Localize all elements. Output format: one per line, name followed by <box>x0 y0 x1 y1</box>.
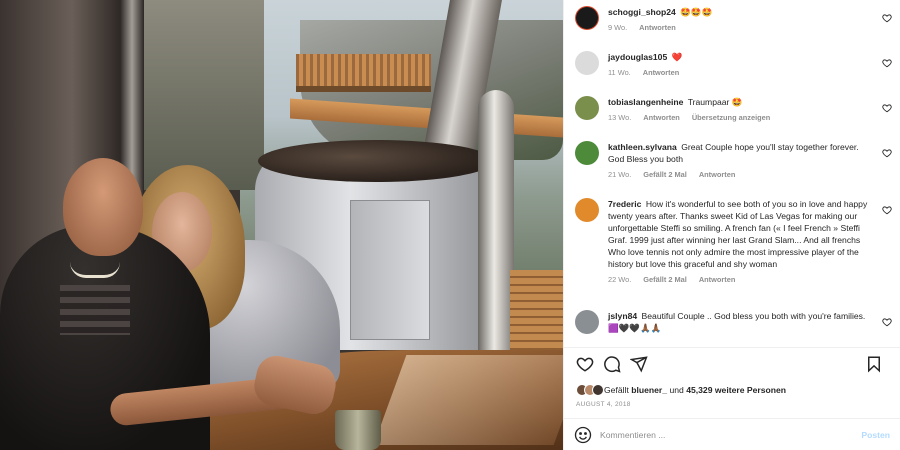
comment-like-heart-icon[interactable] <box>882 205 892 215</box>
comment-like-heart-icon[interactable] <box>882 148 892 158</box>
instagram-post: schoggi_shop24 🤩🤩🤩 9 Wo. Antworten jaydougl… <box>0 0 900 450</box>
comment-body: 🤩🤩🤩 <box>680 7 713 17</box>
comment-text: schoggi_shop24 🤩🤩🤩 <box>608 6 868 18</box>
avatar <box>592 383 604 396</box>
comment-like-heart-icon[interactable] <box>882 58 892 68</box>
comment-username[interactable]: tobiaslangenheine <box>608 97 683 107</box>
post-comment-button[interactable]: Posten <box>861 430 890 440</box>
comment-item: tobiaslangenheine Traumpaar 🤩 13 Wo. Antwo… <box>576 96 892 141</box>
comment-body: How it's wonderful to see both of you so… <box>608 199 868 269</box>
emoji-icon[interactable] <box>574 426 592 444</box>
post-photo[interactable] <box>0 0 563 450</box>
liker-avatars[interactable] <box>576 383 604 396</box>
avatar[interactable] <box>576 52 598 74</box>
comment-likes-link[interactable]: Gefällt 2 Mal <box>643 275 687 284</box>
liker-username-link[interactable]: bluener_ <box>631 385 667 395</box>
comment-input[interactable] <box>600 429 862 440</box>
comment-text: 7rederic How it's wonderful to see both … <box>608 198 868 270</box>
comment-item: schoggi_shop24 🤩🤩🤩 9 Wo. Antworten <box>576 6 892 51</box>
likes-connector: und <box>669 384 684 395</box>
comment-text: tobiaslangenheine Traumpaar 🤩 <box>608 96 868 108</box>
comment-list[interactable]: schoggi_shop24 🤩🤩🤩 9 Wo. Antworten jaydougl… <box>564 0 900 347</box>
likes-count-link[interactable]: 45,329 weitere Personen <box>686 385 786 395</box>
avatar[interactable] <box>576 199 598 221</box>
comment-meta: 22 Wo. Gefällt 2 Mal Antworten <box>608 275 868 284</box>
comment-body: Traumpaar 🤩 <box>687 97 743 107</box>
comment-body: ❤️ <box>671 52 683 62</box>
comment-item: kathleen.sylvana Great Couple hope you'l… <box>576 141 892 198</box>
translate-button[interactable]: Übersetzung anzeigen <box>692 113 770 122</box>
reply-button[interactable]: Antworten <box>643 68 680 77</box>
comment-button[interactable] <box>601 353 623 375</box>
avatar[interactable] <box>576 97 598 119</box>
comment-username[interactable]: kathleen.sylvana <box>608 142 677 152</box>
comment-meta: 21 Wo. Gefällt 2 Mal Antworten <box>608 170 868 179</box>
comment-item: jaydouglas105 ❤️ 11 Wo. Antworten <box>576 51 892 96</box>
reply-button[interactable]: Antworten <box>643 113 680 122</box>
comment-likes-link[interactable]: Gefällt 2 Mal <box>643 170 687 179</box>
avatar[interactable] <box>576 142 598 164</box>
save-button[interactable] <box>863 353 885 375</box>
comment-username[interactable]: jslyn84 <box>608 311 637 321</box>
avatar[interactable] <box>576 311 598 333</box>
bookmark-icon <box>868 356 880 373</box>
reply-button[interactable]: Antworten <box>699 170 736 179</box>
comment-username[interactable]: 7rederic <box>608 199 641 209</box>
action-bar <box>564 346 900 381</box>
reply-button[interactable]: Antworten <box>699 275 736 284</box>
avatar[interactable] <box>576 7 598 29</box>
comment-age[interactable]: 9 Wo. <box>608 23 627 32</box>
comment-body: Beautiful Couple .. God bless you both w… <box>608 311 866 333</box>
likes-summary: Gefällt bluener_ und 45,329 weitere Pers… <box>564 381 900 399</box>
comment-age[interactable]: 13 Wo. <box>608 113 631 122</box>
like-button[interactable] <box>574 353 596 375</box>
heart-icon <box>576 357 594 372</box>
post-date[interactable]: AUGUST 4, 2018 <box>564 398 900 418</box>
post-side-panel: schoggi_shop24 🤩🤩🤩 9 Wo. Antworten jaydougl… <box>563 0 900 450</box>
add-comment-bar: Posten <box>564 418 900 450</box>
reply-button[interactable]: Antworten <box>639 23 676 32</box>
comment-like-heart-icon[interactable] <box>882 13 892 23</box>
comment-item: jslyn84 Beautiful Couple .. God bless yo… <box>576 310 892 347</box>
comment-icon <box>604 356 621 373</box>
comment-text: kathleen.sylvana Great Couple hope you'l… <box>608 141 868 165</box>
comment-text: jaydouglas105 ❤️ <box>608 51 868 63</box>
comment-age[interactable]: 22 Wo. <box>608 275 631 284</box>
comment-username[interactable]: schoggi_shop24 <box>608 7 676 17</box>
comment-meta: 9 Wo. Antworten <box>608 23 868 32</box>
comment-text: jslyn84 Beautiful Couple .. God bless yo… <box>608 310 868 334</box>
share-icon <box>630 356 648 373</box>
comment-item: 7rederic How it's wonderful to see both … <box>576 198 892 310</box>
comment-meta: 11 Wo. Antworten <box>608 68 868 77</box>
comment-age[interactable]: 21 Wo. <box>608 170 631 179</box>
comment-meta: 13 Wo. Antworten Übersetzung anzeigen <box>608 113 868 122</box>
comment-username[interactable]: jaydouglas105 <box>608 52 667 62</box>
comment-age[interactable]: 11 Wo. <box>608 68 631 77</box>
comment-like-heart-icon[interactable] <box>882 103 892 113</box>
share-button[interactable] <box>628 353 650 375</box>
likes-prefix: Gefällt <box>604 384 629 395</box>
comment-like-heart-icon[interactable] <box>882 317 892 327</box>
